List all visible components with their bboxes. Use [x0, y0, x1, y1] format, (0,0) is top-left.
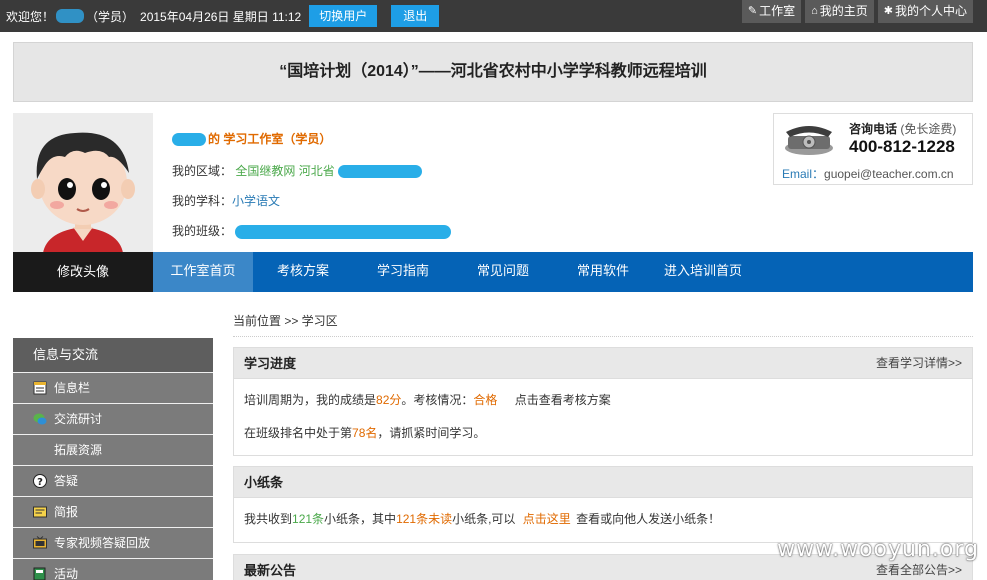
- page-title: “国培计划（2014）”——河北省农村中小学学科教师远程培训: [13, 42, 973, 102]
- notes-title: 小纸条: [244, 475, 284, 490]
- notes-text: 我共收到: [244, 512, 293, 526]
- notes-unread: 121条未读: [396, 512, 453, 526]
- avatar: [13, 113, 153, 253]
- sidebar-item-briefing[interactable]: 简报: [13, 496, 213, 527]
- region-value: 全国继教网 河北省: [235, 164, 335, 178]
- watermark: www.wooyun.org: [777, 537, 979, 562]
- view-progress-details-link[interactable]: 查看学习详情>>: [876, 348, 962, 379]
- nav-assessment-plan[interactable]: 考核方案: [253, 252, 353, 292]
- subject-label: 我的学科：: [172, 194, 233, 208]
- progress-panel: 学习进度 查看学习详情>> 培训周期为，我的成绩是82分。考核情况：合格 点击查…: [233, 347, 973, 456]
- sidebar-item-label: 拓展资源: [54, 443, 103, 457]
- home-icon: ⌂: [811, 5, 818, 17]
- nav-software[interactable]: 常用软件: [553, 252, 653, 292]
- studio-title: 的 学习工作室（学员）: [208, 132, 332, 146]
- progress-text: 培训周期为，我的成绩是: [244, 393, 377, 407]
- switch-user-button[interactable]: 切换用户: [309, 5, 378, 27]
- studio-link-label: 工作室: [759, 4, 796, 18]
- nav-studio-home[interactable]: 工作室首页: [153, 252, 253, 292]
- chat-icon: [33, 413, 47, 425]
- sidebar: 信息与交流 信息栏 交流研讨 拓展资源 ? 答疑 简报 专家视频答疑回放 活动: [13, 338, 213, 580]
- subject-link[interactable]: 小学语文: [232, 194, 280, 208]
- sidebar-item-label: 答疑: [54, 474, 79, 488]
- notes-summary: 我共收到121条小纸条，其中121条未读小纸条,可以 点击这里 查看或向他人发送…: [244, 510, 962, 527]
- tv-icon: [33, 536, 47, 549]
- sidebar-item-label: 信息栏: [54, 381, 91, 395]
- sidebar-item-label: 专家视频答疑回放: [54, 536, 151, 550]
- breadcrumb: 当前位置 >> 学习区: [233, 314, 338, 328]
- book-icon: [33, 567, 46, 580]
- notes-panel: 小纸条 我共收到121条小纸条，其中121条未读小纸条,可以 点击这里 查看或向…: [233, 466, 973, 543]
- gear-icon: ✱: [883, 5, 893, 17]
- main-nav: 修改头像 工作室首页 考核方案 学习指南 常见问题 常用软件 进入培训首页: [13, 252, 973, 292]
- homepage-link-label: 我的主页: [819, 4, 868, 18]
- sidebar-item-qa[interactable]: ? 答疑: [13, 465, 213, 496]
- welcome-text: 欢迎您！: [6, 9, 55, 24]
- region-label: 我的区域：: [172, 164, 233, 178]
- my-homepage-link[interactable]: ⌂ 我的主页: [805, 0, 874, 23]
- contact-box: 咨询电话 (免长途费) 400-812-1228 Email：guopei@te…: [773, 113, 973, 185]
- sidebar-item-activity[interactable]: 活动: [13, 558, 213, 580]
- sidebar-item-label: 交流研讨: [54, 412, 103, 426]
- sidebar-item-discussion[interactable]: 交流研讨: [13, 403, 213, 434]
- progress-text: 。考核情况：: [401, 393, 474, 407]
- rank-text: ，请抓紧时间学习。: [377, 426, 486, 440]
- top-bar: 欢迎您！ （学员） 2015年04月26日 星期日 11:12 切换用户 退出 …: [0, 0, 987, 32]
- sidebar-item-info[interactable]: 信息栏: [13, 372, 213, 403]
- assessment-status: 合格: [473, 393, 498, 407]
- hotline-label: 咨询电话: [849, 122, 898, 136]
- notes-click-here-link[interactable]: 点击这里: [523, 512, 571, 526]
- class-label: 我的班级：: [172, 224, 233, 238]
- notepad-icon: [33, 381, 47, 395]
- change-avatar-button[interactable]: 修改头像: [13, 252, 153, 292]
- bulletin-icon: [33, 506, 47, 518]
- breadcrumb-divider: [233, 336, 973, 337]
- logout-button[interactable]: 退出: [391, 5, 440, 27]
- sidebar-header: 信息与交流: [13, 338, 213, 372]
- telephone-icon: [785, 126, 833, 155]
- rank-text: 在班级排名中处于第: [244, 426, 353, 440]
- sidebar-item-label: 活动: [54, 567, 79, 580]
- personal-center-label: 我的个人中心: [894, 4, 967, 18]
- question-icon: ?: [33, 474, 47, 488]
- personal-center-link[interactable]: ✱ 我的个人中心: [877, 0, 973, 23]
- notes-text: 小纸条,可以: [452, 512, 516, 526]
- datetime: 2015年04月26日 星期日 11:12: [140, 9, 302, 24]
- rank-value: 78名: [352, 426, 378, 440]
- svg-text:?: ?: [37, 477, 43, 488]
- notes-text: 查看或向他人发送小纸条！: [576, 512, 721, 526]
- progress-title: 学习进度: [244, 356, 297, 371]
- score-value: 82分: [376, 393, 402, 407]
- progress-line-2: 在班级排名中处于第78名，请抓紧时间学习。: [244, 424, 962, 441]
- redacted-username: [56, 9, 85, 23]
- hotline-note: (免长途费): [900, 122, 957, 136]
- sidebar-item-expert-video[interactable]: 专家视频答疑回放: [13, 527, 213, 558]
- nav-faq[interactable]: 常见问题: [453, 252, 553, 292]
- notes-text: 小纸条，其中: [324, 512, 397, 526]
- progress-line-1: 培训周期为，我的成绩是82分。考核情况：合格 点击查看考核方案: [244, 391, 962, 408]
- sidebar-item-label: 简报: [54, 505, 79, 519]
- notice-title: 最新公告: [244, 563, 297, 578]
- redacted-name: [172, 133, 206, 147]
- sidebar-item-resources[interactable]: 拓展资源: [13, 434, 213, 465]
- hotline-number: 400-812-1228: [849, 137, 955, 156]
- notes-total: 121条: [292, 512, 325, 526]
- email-label: Email：: [782, 167, 825, 181]
- studio-link[interactable]: ✎ 工作室: [741, 0, 802, 23]
- edit-icon: ✎: [747, 5, 758, 17]
- redacted-class: [235, 224, 452, 239]
- nav-study-guide[interactable]: 学习指南: [353, 252, 453, 292]
- redacted-region: [338, 165, 423, 179]
- nav-training-home[interactable]: 进入培训首页: [653, 252, 753, 292]
- view-assessment-plan-link[interactable]: 点击查看考核方案: [515, 393, 611, 407]
- email-address[interactable]: guopei@teacher.com.cn: [824, 167, 954, 181]
- user-role: （学员）: [86, 9, 135, 24]
